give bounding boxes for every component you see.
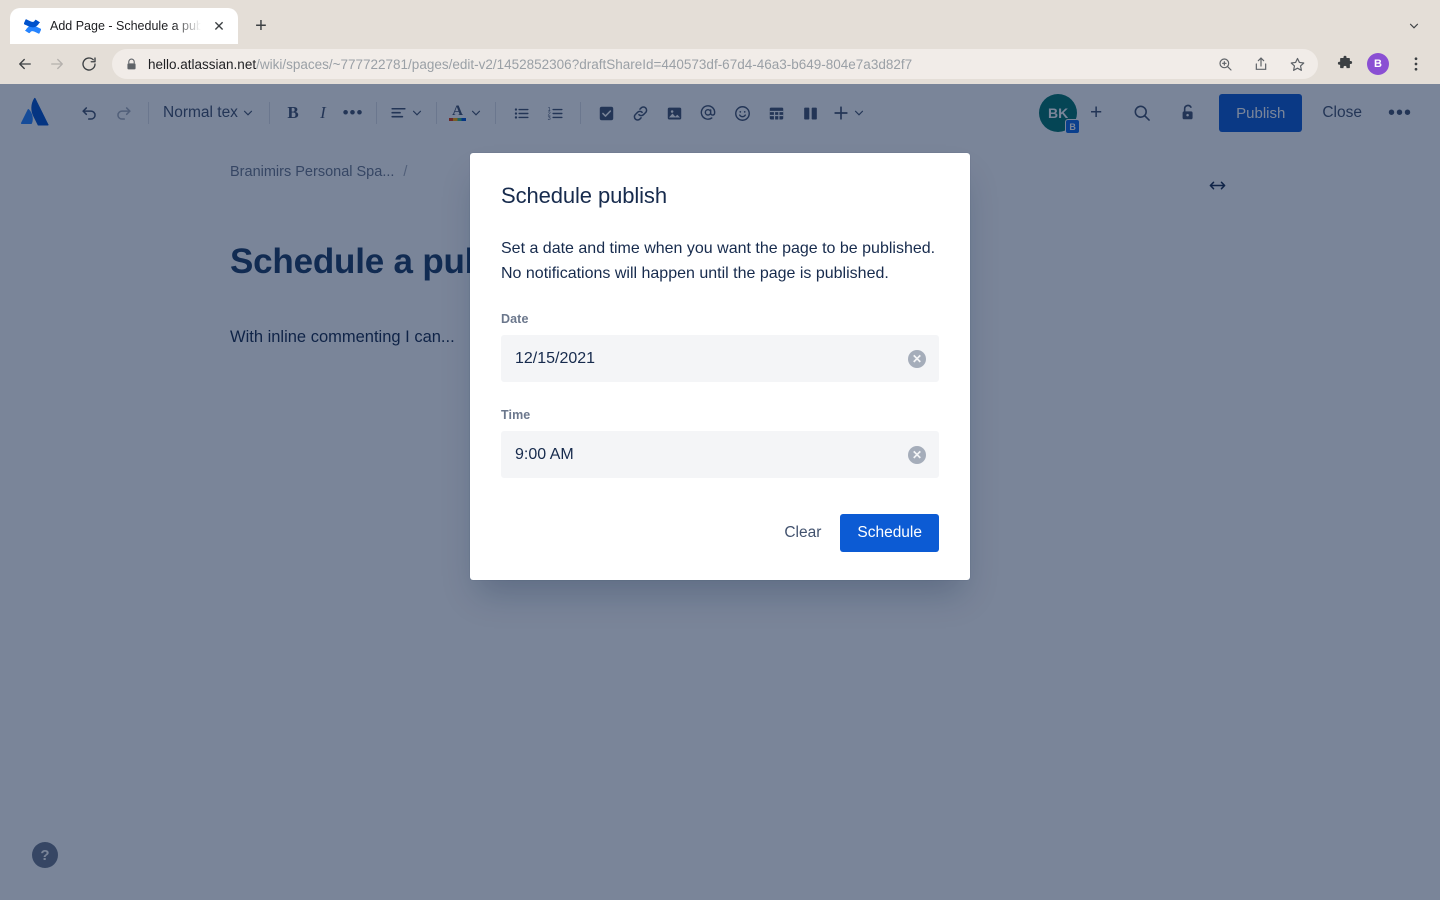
clear-circle-icon[interactable]: ✕ xyxy=(908,349,926,368)
browser-toolbar: hello.atlassian.net/wiki/spaces/~7777227… xyxy=(0,44,1440,84)
close-icon[interactable]: ✕ xyxy=(210,17,228,35)
address-bar[interactable]: hello.atlassian.net/wiki/spaces/~7777227… xyxy=(112,49,1318,79)
page-viewport: Normal text B I ••• A xyxy=(0,84,1440,900)
tab-strip: Add Page - Schedule a publish ✕ + xyxy=(0,0,1440,44)
clear-button[interactable]: Clear xyxy=(771,514,834,552)
url-text: hello.atlassian.net/wiki/spaces/~7777227… xyxy=(148,57,1202,72)
time-label: Time xyxy=(501,408,531,422)
zoom-in-icon[interactable] xyxy=(1212,51,1238,77)
share-icon[interactable] xyxy=(1248,51,1274,77)
url-domain: hello.atlassian.net xyxy=(148,56,257,72)
kebab-menu-icon[interactable] xyxy=(1402,50,1430,78)
lock-icon xyxy=(125,58,138,71)
time-input[interactable]: 9:00 AM ✕ xyxy=(501,431,939,478)
star-icon[interactable] xyxy=(1284,51,1310,77)
dialog-description: Set a date and time when you want the pa… xyxy=(501,240,936,282)
time-field-group: Time 9:00 AM ✕ xyxy=(501,408,939,478)
arrow-back-icon[interactable] xyxy=(10,49,40,79)
date-value: 12/15/2021 xyxy=(515,349,596,367)
tab-title: Add Page - Schedule a publish xyxy=(50,19,201,33)
schedule-publish-dialog: Schedule publish Set a date and time whe… xyxy=(470,153,970,580)
reload-icon[interactable] xyxy=(74,49,104,79)
profile-avatar[interactable]: B xyxy=(1367,53,1389,75)
puzzle-piece-icon[interactable] xyxy=(1331,50,1359,78)
dialog-title: Schedule publish xyxy=(501,183,667,208)
date-label: Date xyxy=(501,312,529,326)
date-input[interactable]: 12/15/2021 ✕ xyxy=(501,335,939,382)
url-path: /wiki/spaces/~777722781/pages/edit-v2/14… xyxy=(256,56,913,72)
clear-circle-icon[interactable]: ✕ xyxy=(908,445,926,464)
confluence-favicon xyxy=(24,18,41,35)
arrow-forward-icon xyxy=(42,49,72,79)
dialog-actions: Clear Schedule xyxy=(501,514,939,552)
schedule-button[interactable]: Schedule xyxy=(840,514,939,552)
browser-window: Add Page - Schedule a publish ✕ + hello.… xyxy=(0,0,1440,900)
browser-tab[interactable]: Add Page - Schedule a publish ✕ xyxy=(10,8,238,44)
date-field-group: Date 12/15/2021 ✕ xyxy=(501,312,939,382)
new-tab-button[interactable]: + xyxy=(246,11,276,41)
chevron-down-icon[interactable] xyxy=(1400,12,1428,40)
time-value: 9:00 AM xyxy=(515,445,574,463)
